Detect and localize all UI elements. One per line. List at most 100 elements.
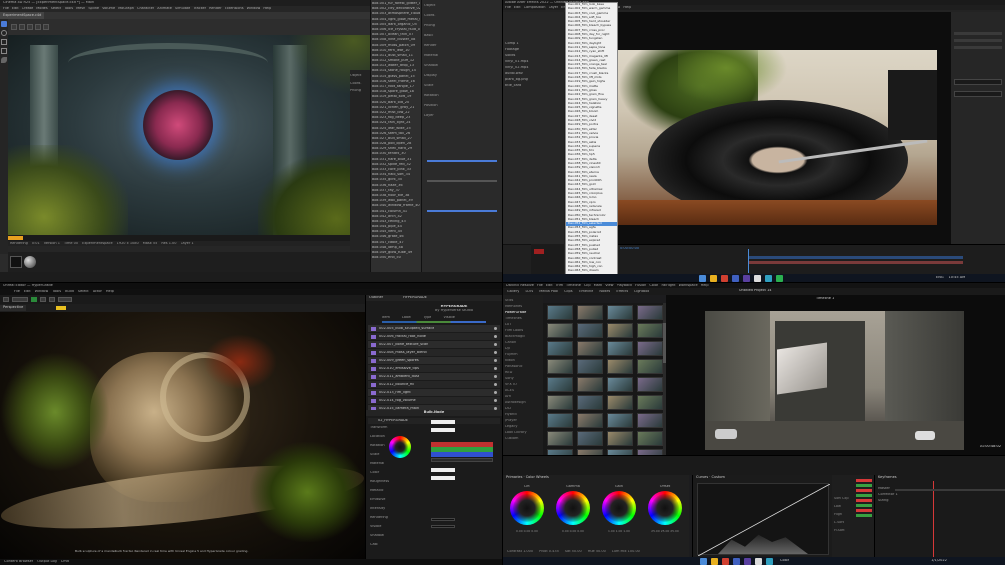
ue-color-channels[interactable]	[431, 442, 493, 457]
taskbar-c4d-icon[interactable]	[732, 274, 739, 282]
c4d-menu-item[interactable]: Edit	[12, 7, 19, 11]
layer-row[interactable]: 002-007_bone_texture_scan	[368, 341, 500, 348]
ue-save-icon[interactable]	[3, 297, 9, 302]
ae-menu-item[interactable]: File	[505, 6, 511, 10]
ue-platforms-icon[interactable]	[58, 297, 72, 302]
resolve-curve-graph[interactable]	[697, 483, 830, 556]
lut-thumbnail[interactable]	[607, 323, 633, 338]
color-wheel[interactable]	[602, 491, 636, 525]
ue-menu-item[interactable]: File	[14, 290, 20, 294]
ue-color-wheel[interactable]	[389, 436, 411, 458]
resolve-page-name[interactable]: Color	[780, 559, 789, 563]
move-tool-icon[interactable]	[1, 21, 7, 27]
lut-thumbnail[interactable]	[547, 431, 573, 446]
attr-label[interactable]: Position	[424, 104, 500, 114]
lut-thumbnail[interactable]	[547, 395, 573, 410]
ue-content-browser[interactable]: Content Browser	[4, 560, 33, 564]
c4d-menu-item[interactable]: Spline	[88, 7, 99, 11]
lut-thumbnail[interactable]	[547, 413, 573, 428]
resolve-tab[interactable]: Lightbox	[634, 290, 649, 294]
resolve-menu-item[interactable]: DaVinci Resolve	[506, 284, 534, 288]
detail-prop[interactable]: Shadow	[370, 534, 498, 543]
c4d-menu-item[interactable]: Tools	[64, 7, 73, 11]
visibility-eye-icon[interactable]	[494, 391, 497, 394]
visibility-eye-icon[interactable]	[494, 343, 497, 346]
layer-row[interactable]: 002-005_bulb_sculpted_surface	[368, 325, 500, 332]
layer-row[interactable]: 002-010_emissive_tips	[368, 365, 500, 372]
lut-thumbnail[interactable]	[547, 341, 573, 356]
primary-param[interactable]: Pivot 0.435	[539, 550, 559, 554]
project-item[interactable]: title_card	[505, 84, 562, 90]
attr-label[interactable]: Scale	[424, 84, 500, 94]
resolve-page-icon[interactable]	[700, 557, 707, 565]
attr-label[interactable]: Object	[424, 4, 500, 14]
c4d-menu-item[interactable]: Modes	[36, 7, 47, 11]
resolve-tab[interactable]: Clips	[564, 290, 572, 294]
lut-thumbnail[interactable]	[577, 431, 603, 446]
visibility-eye-icon[interactable]	[494, 327, 497, 330]
ue-output-log[interactable]: Output Log	[37, 560, 57, 564]
ae-preset-dropdown[interactable]: Dev.001_film_look_base Dev.002_film_warm_…	[565, 2, 618, 282]
layer-row[interactable]: 002-008_moss_layer_blend	[368, 349, 500, 356]
grid-icon[interactable]	[35, 24, 41, 30]
taskbar-ue-icon[interactable]	[754, 274, 761, 282]
resolve-sidebar-item[interactable]: Custom	[505, 437, 541, 443]
taskbar-chrome-icon[interactable]	[721, 274, 728, 282]
c4d-render-viewport[interactable]	[8, 35, 370, 235]
ae-layer-bar[interactable]	[748, 261, 963, 264]
attr-label[interactable]: Basic	[424, 34, 500, 44]
lut-thumbnail[interactable]	[637, 323, 663, 338]
lut-thumbnail[interactable]	[607, 377, 633, 392]
resolve-menu-item[interactable]: Edit	[546, 284, 553, 288]
resolve-tab[interactable]: LUTs	[525, 290, 533, 294]
attr-label[interactable]: Material	[424, 54, 500, 64]
ue-pause-icon[interactable]	[40, 297, 46, 302]
camera-icon[interactable]	[19, 24, 25, 30]
resolve-kf-playhead[interactable]	[933, 481, 934, 557]
lut-thumbnail[interactable]	[577, 395, 603, 410]
attr-label[interactable]: Layer	[424, 114, 500, 124]
c4d-menu-item[interactable]: Volume	[102, 7, 115, 11]
ue-fractal-viewport[interactable]: Bulb sculpture of a mandelbulb fractal. …	[0, 312, 365, 559]
c4d-menu-item[interactable]: Extensions	[225, 7, 244, 11]
lut-thumbnail[interactable]	[547, 377, 573, 392]
visibility-eye-icon[interactable]	[494, 335, 497, 338]
lut-thumbnail[interactable]	[637, 305, 663, 320]
taskbar-explorer-icon[interactable]	[710, 274, 717, 282]
rotate-tool-icon[interactable]	[1, 30, 7, 36]
ue-details-tab[interactable]: HYPERGRADE	[400, 296, 430, 300]
lut-thumbnail[interactable]	[607, 305, 633, 320]
c4d-menu-item[interactable]: Create	[22, 7, 34, 11]
c4d-menu-item[interactable]: Animate	[157, 7, 172, 11]
ue-menu-item[interactable]: Select	[78, 290, 89, 294]
resolve-page-icon[interactable]	[711, 557, 718, 565]
lut-thumbnail[interactable]	[637, 359, 663, 374]
ae-playhead[interactable]	[748, 249, 749, 273]
resolve-menu-item[interactable]: Trim	[556, 284, 563, 288]
brush-tool-icon[interactable]	[1, 57, 7, 63]
ue-menu-item[interactable]: Window	[35, 290, 49, 294]
resolve-menu-item[interactable]: Workspace	[679, 284, 698, 288]
taskbar-resolve-icon[interactable]	[765, 274, 772, 282]
resolve-page-icon[interactable]	[722, 557, 729, 565]
attr-slider[interactable]	[427, 160, 497, 162]
ue-select-mode-icon[interactable]	[12, 297, 28, 302]
ue-field-1[interactable]	[431, 518, 455, 521]
c4d-menu-item[interactable]: Tracker	[193, 7, 206, 11]
layer-row[interactable]: 002-009_green_spores	[368, 357, 500, 364]
resolve-menu-item[interactable]: Fairlight	[661, 284, 675, 288]
c4d-menu-item[interactable]: Character	[137, 7, 154, 11]
taskbar-ae-icon[interactable]	[743, 274, 750, 282]
resolve-page-icon[interactable]	[744, 557, 751, 565]
lut-thumbnail[interactable]	[547, 359, 573, 374]
ae-work-area[interactable]	[748, 256, 963, 259]
visibility-eye-icon[interactable]	[494, 367, 497, 370]
resolve-menu-item[interactable]: Playback	[617, 284, 633, 288]
detail-prop[interactable]: Emissive	[370, 498, 498, 507]
resolve-menu-item[interactable]: Color	[649, 284, 658, 288]
resolve-page-icon[interactable]	[755, 557, 762, 565]
ue-menu-item[interactable]: Actor	[93, 290, 102, 294]
material-thumb-sphere[interactable]	[24, 256, 36, 268]
resolve-menu-item[interactable]: Mark	[594, 284, 603, 288]
ue-outliner-tab[interactable]: Outliner	[366, 296, 386, 300]
